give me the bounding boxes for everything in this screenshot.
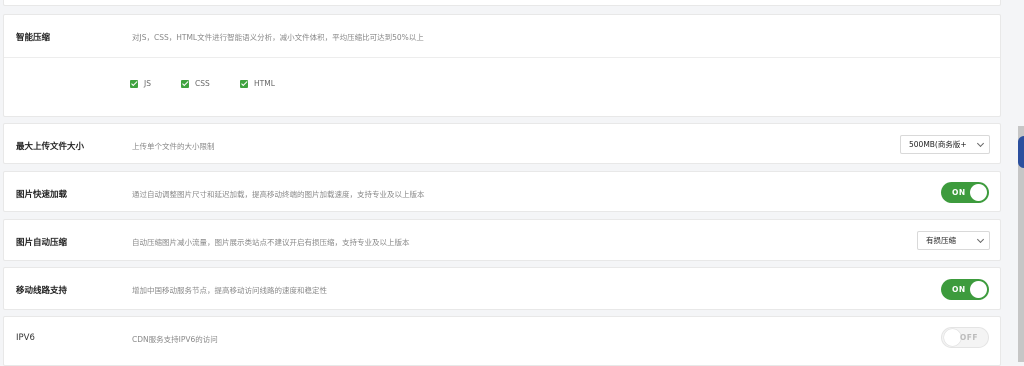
checkbox-js-label: JS: [144, 79, 151, 88]
chevron-down-icon: [976, 235, 985, 244]
mobile-line-card: 移动线路支持 增加中国移动服务节点，提高移动访问线路的速度和稳定性 ON: [3, 267, 1001, 310]
checkbox-checked-icon: [240, 79, 248, 88]
smart-compress-title: 智能压缩: [16, 33, 51, 43]
image-auto-compress-card: 图片自动压缩 自动压缩图片减小流量，图片展示类站点不建议开启有损压缩，支持专业及…: [3, 219, 1001, 261]
upload-limit-desc: 上传单个文件的大小限制: [132, 142, 215, 151]
checkbox-checked-icon: [130, 79, 138, 88]
ipv6-title: IPV6: [16, 333, 35, 343]
mobile-line-toggle[interactable]: ON: [941, 279, 989, 300]
toggle-knob: [944, 329, 961, 346]
image-compress-selected: 有损压缩: [926, 236, 956, 245]
upload-limit-card: 最大上传文件大小 上传单个文件的大小限制 500MB(商务版+: [3, 123, 1001, 164]
image-fast-load-toggle[interactable]: ON: [941, 182, 989, 203]
checkbox-html[interactable]: HTML: [240, 79, 275, 88]
ipv6-card: IPV6 CDN服务支持IPV6的访问 OFF: [3, 316, 1001, 366]
toggle-label: ON: [952, 188, 966, 197]
checkbox-js[interactable]: JS: [130, 79, 151, 88]
checkbox-css[interactable]: CSS: [181, 79, 210, 88]
toggle-knob: [970, 281, 987, 298]
ipv6-toggle[interactable]: OFF: [941, 327, 989, 348]
upload-limit-select[interactable]: 500MB(商务版+: [900, 135, 990, 154]
image-fast-load-card: 图片快速加载 通过自动调整图片尺寸和延迟加载，提高移动终端的图片加载速度，支持专…: [3, 171, 1001, 212]
image-fast-load-desc: 通过自动调整图片尺寸和延迟加载，提高移动终端的图片加载速度，支持专业及以上版本: [132, 190, 425, 199]
upload-limit-selected: 500MB(商务版+: [909, 140, 967, 149]
image-auto-compress-title: 图片自动压缩: [16, 238, 68, 248]
divider: [4, 57, 1000, 58]
image-compress-select[interactable]: 有损压缩: [917, 231, 990, 250]
checkbox-css-label: CSS: [195, 79, 210, 88]
image-fast-load-title: 图片快速加载: [16, 190, 68, 200]
image-auto-compress-desc: 自动压缩图片减小流量，图片展示类站点不建议开启有损压缩，支持专业及以上版本: [132, 238, 410, 247]
mobile-line-desc: 增加中国移动服务节点，提高移动访问线路的速度和稳定性: [132, 286, 327, 295]
toggle-label: OFF: [959, 333, 978, 342]
top-partial-card: [3, 0, 1001, 6]
smart-compress-card: 智能压缩 对JS，CSS，HTML文件进行智能语义分析，减小文件体积，平均压缩比…: [3, 14, 1001, 117]
floating-badge[interactable]: [1018, 136, 1024, 168]
toggle-knob: [970, 184, 987, 201]
checkbox-html-label: HTML: [254, 79, 275, 88]
upload-limit-title: 最大上传文件大小: [16, 142, 85, 152]
mobile-line-title: 移动线路支持: [16, 286, 68, 296]
checkbox-checked-icon: [181, 79, 189, 88]
toggle-label: ON: [952, 285, 966, 294]
smart-compress-desc: 对JS，CSS，HTML文件进行智能语义分析，减小文件体积，平均压缩比可达到50…: [132, 33, 424, 42]
ipv6-desc: CDN服务支持IPV6的访问: [132, 335, 218, 344]
